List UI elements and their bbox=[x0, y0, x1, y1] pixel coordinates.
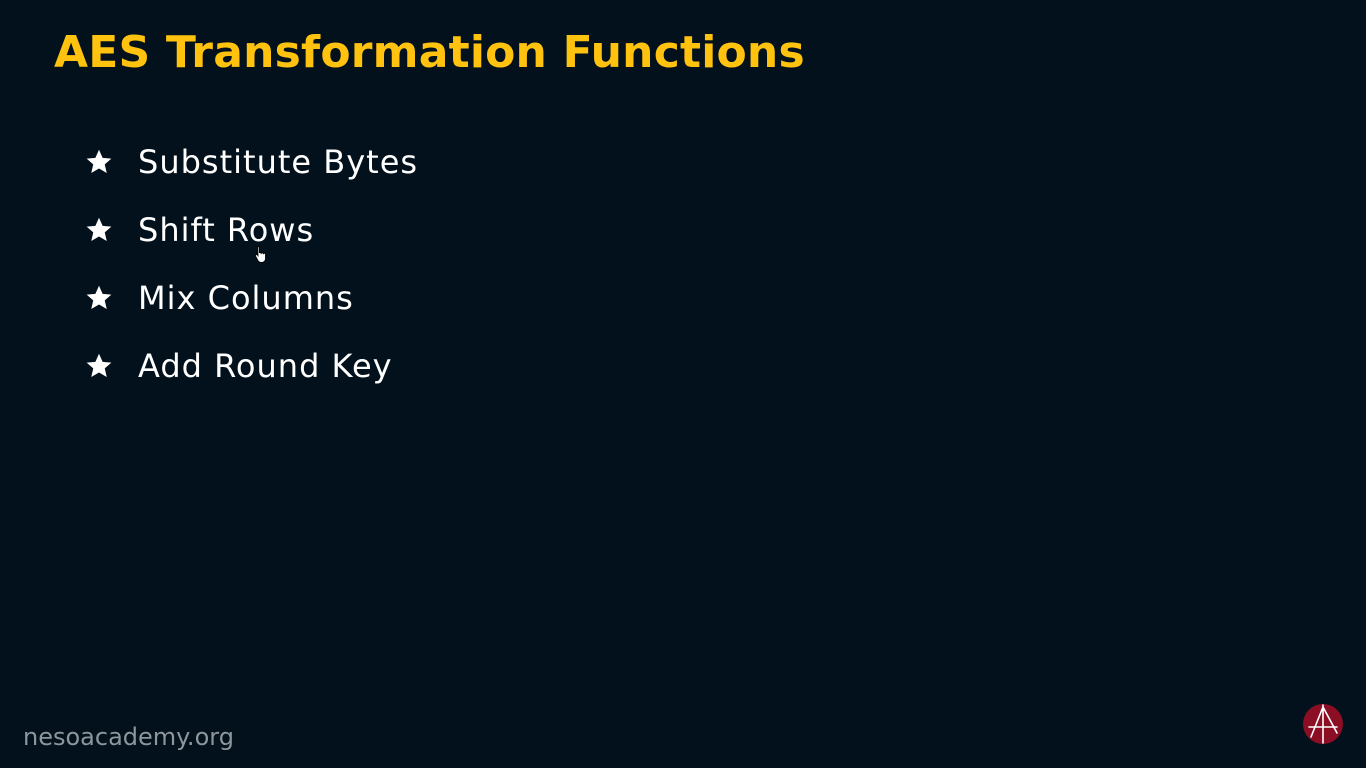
star-icon bbox=[84, 147, 114, 177]
bullet-list: Substitute Bytes Shift Rows Mix Columns … bbox=[84, 128, 418, 400]
star-icon bbox=[84, 283, 114, 313]
slide: AES Transformation Functions Substitute … bbox=[0, 0, 1366, 768]
star-icon bbox=[84, 351, 114, 381]
bullet-label: Add Round Key bbox=[138, 347, 393, 385]
bullet-label: Shift Rows bbox=[138, 211, 315, 249]
watermark-text: nesoacademy.org bbox=[23, 723, 234, 751]
hand-pointer-icon bbox=[255, 245, 267, 263]
bullet-item: Substitute Bytes bbox=[84, 128, 418, 196]
bullet-item: Mix Columns bbox=[84, 264, 418, 332]
bullet-label: Substitute Bytes bbox=[138, 143, 419, 181]
bullet-item: Add Round Key bbox=[84, 332, 418, 400]
neso-academy-logo-icon bbox=[1302, 703, 1344, 745]
bullet-item: Shift Rows bbox=[84, 196, 418, 264]
bullet-label: Mix Columns bbox=[138, 279, 354, 317]
slide-title: AES Transformation Functions bbox=[54, 27, 805, 78]
star-icon bbox=[84, 215, 114, 245]
